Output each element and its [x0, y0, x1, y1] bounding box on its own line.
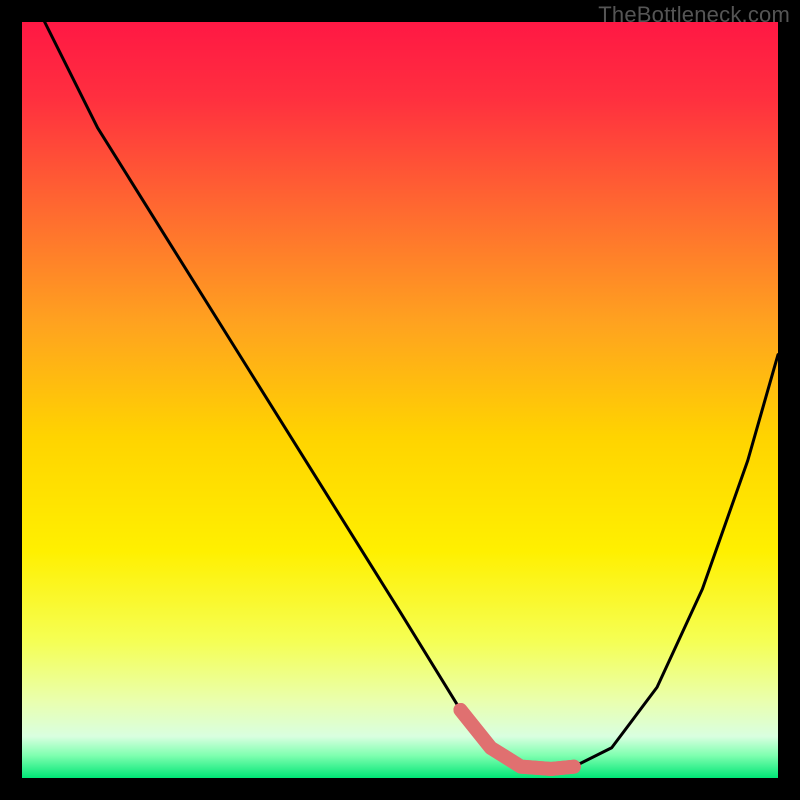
chart-svg — [22, 22, 778, 778]
chart-frame: TheBottleneck.com — [0, 0, 800, 800]
watermark-text: TheBottleneck.com — [598, 2, 790, 28]
plot-area — [22, 22, 778, 778]
gradient-background — [22, 22, 778, 778]
